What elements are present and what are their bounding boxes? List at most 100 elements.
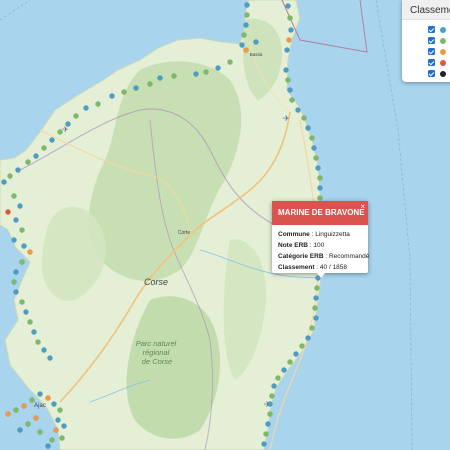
beach-marker[interactable] xyxy=(311,145,317,151)
beach-marker[interactable] xyxy=(21,243,27,249)
beach-marker[interactable] xyxy=(33,415,39,421)
beach-marker[interactable] xyxy=(265,421,271,427)
beach-marker[interactable] xyxy=(13,407,19,413)
beach-marker[interactable] xyxy=(261,441,267,447)
beach-marker[interactable] xyxy=(41,145,47,151)
checkbox-icon[interactable] xyxy=(428,48,435,55)
beach-marker[interactable] xyxy=(239,42,245,48)
beach-marker[interactable] xyxy=(295,107,301,113)
beach-marker[interactable] xyxy=(59,435,65,441)
beach-marker[interactable] xyxy=(23,309,29,315)
beach-marker[interactable] xyxy=(313,155,319,161)
beach-marker[interactable] xyxy=(227,59,233,65)
beach-marker[interactable] xyxy=(53,427,59,433)
beach-marker[interactable] xyxy=(287,359,293,365)
beach-marker[interactable] xyxy=(33,153,39,159)
beach-marker[interactable] xyxy=(65,121,71,127)
beach-marker[interactable] xyxy=(267,411,273,417)
beach-marker[interactable] xyxy=(301,115,307,121)
beach-marker[interactable] xyxy=(281,367,287,373)
beach-marker[interactable] xyxy=(41,347,47,353)
beach-marker[interactable] xyxy=(19,259,25,265)
beach-marker[interactable] xyxy=(271,383,277,389)
beach-marker[interactable] xyxy=(29,397,35,403)
beach-marker[interactable] xyxy=(17,427,23,433)
legend-item[interactable]: D xyxy=(428,46,450,57)
beach-marker[interactable] xyxy=(263,431,269,437)
legend-item[interactable]: P xyxy=(428,35,450,46)
beach-marker[interactable] xyxy=(288,27,294,33)
beach-marker[interactable] xyxy=(73,113,79,119)
beach-marker[interactable] xyxy=(27,319,33,325)
beach-marker[interactable] xyxy=(13,289,19,295)
beach-marker[interactable] xyxy=(11,279,17,285)
beach-marker[interactable] xyxy=(37,391,43,397)
beach-marker[interactable] xyxy=(35,339,41,345)
beach-marker[interactable] xyxy=(57,129,63,135)
legend-item[interactable]: N xyxy=(428,68,450,79)
beach-marker[interactable] xyxy=(314,285,320,291)
beach-marker[interactable] xyxy=(27,249,33,255)
beach-marker[interactable] xyxy=(299,343,305,349)
beach-marker[interactable] xyxy=(215,65,221,71)
beach-marker[interactable] xyxy=(243,22,249,28)
map-canvas[interactable]: Parc naturel régional de Corse Corse Cor… xyxy=(0,0,450,450)
beach-marker[interactable] xyxy=(287,15,293,21)
legend-item[interactable]: R xyxy=(428,24,450,35)
beach-marker[interactable] xyxy=(287,87,293,93)
beach-marker[interactable] xyxy=(11,193,17,199)
beach-marker[interactable] xyxy=(171,73,177,79)
beach-marker[interactable] xyxy=(19,227,25,233)
beach-marker[interactable] xyxy=(286,37,292,43)
beach-marker[interactable] xyxy=(244,12,250,18)
beach-marker[interactable] xyxy=(305,125,311,131)
checkbox-icon[interactable] xyxy=(428,37,435,44)
beach-marker[interactable] xyxy=(19,299,25,305)
beach-marker[interactable] xyxy=(17,203,23,209)
beach-marker[interactable] xyxy=(7,173,13,179)
beach-marker[interactable] xyxy=(49,437,55,443)
beach-marker[interactable] xyxy=(312,305,318,311)
beach-marker[interactable] xyxy=(25,421,31,427)
beach-marker[interactable] xyxy=(5,411,11,417)
beach-marker[interactable] xyxy=(109,93,115,99)
beach-marker[interactable] xyxy=(285,3,291,9)
beach-marker[interactable] xyxy=(47,355,53,361)
beach-marker[interactable] xyxy=(57,407,63,413)
beach-marker[interactable] xyxy=(313,315,319,321)
beach-marker[interactable] xyxy=(37,429,43,435)
beach-marker[interactable] xyxy=(15,167,21,173)
beach-marker[interactable] xyxy=(275,375,281,381)
beach-marker[interactable] xyxy=(133,85,139,91)
beach-marker[interactable] xyxy=(243,47,249,53)
beach-marker[interactable] xyxy=(157,75,163,81)
beach-marker[interactable] xyxy=(193,71,199,77)
beach-marker[interactable] xyxy=(267,401,273,407)
beach-marker[interactable] xyxy=(309,135,315,141)
beach-marker[interactable] xyxy=(45,395,51,401)
beach-marker[interactable] xyxy=(45,443,51,449)
beach-marker[interactable] xyxy=(95,101,101,107)
beach-marker[interactable] xyxy=(13,217,19,223)
beach-marker[interactable] xyxy=(55,417,61,423)
beach-marker[interactable] xyxy=(309,325,315,331)
beach-marker[interactable] xyxy=(269,393,275,399)
beach-marker[interactable] xyxy=(121,89,127,95)
beach-marker[interactable] xyxy=(25,159,31,165)
beach-marker[interactable] xyxy=(5,209,11,215)
beach-marker[interactable] xyxy=(49,137,55,143)
beach-marker[interactable] xyxy=(317,195,323,201)
beach-marker[interactable] xyxy=(253,39,259,45)
beach-marker[interactable] xyxy=(61,423,67,429)
beach-marker[interactable] xyxy=(313,295,319,301)
beach-marker[interactable] xyxy=(31,329,37,335)
beach-marker[interactable] xyxy=(289,97,295,103)
beach-marker[interactable] xyxy=(293,351,299,357)
beach-marker[interactable] xyxy=(317,175,323,181)
checkbox-icon[interactable] xyxy=(428,26,435,33)
beach-marker[interactable] xyxy=(284,47,290,53)
checkbox-icon[interactable] xyxy=(428,59,435,66)
beach-marker[interactable] xyxy=(317,185,323,191)
beach-marker[interactable] xyxy=(21,403,27,409)
beach-marker[interactable] xyxy=(147,81,153,87)
